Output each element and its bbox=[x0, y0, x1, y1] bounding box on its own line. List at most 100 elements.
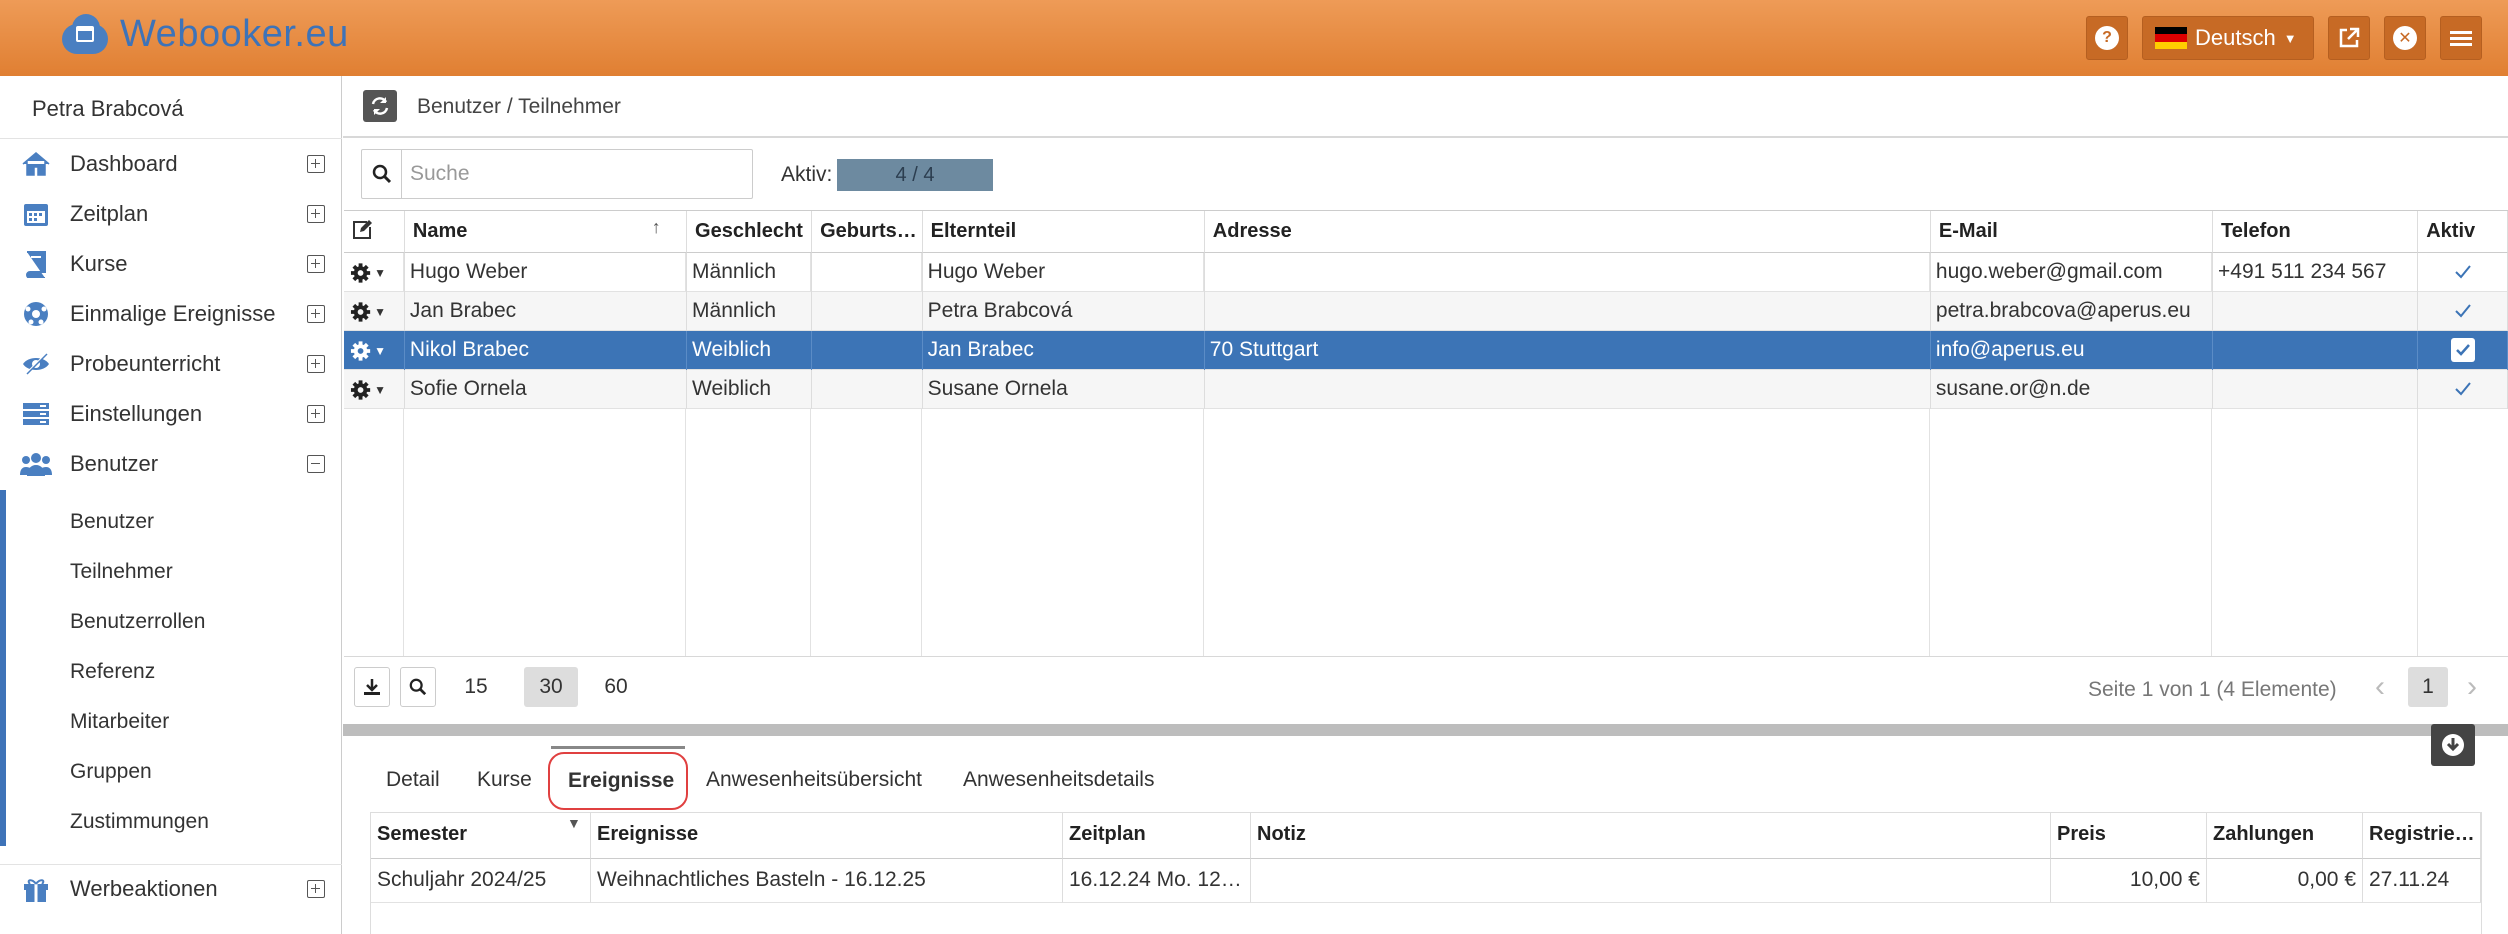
sidebar-item-benutzer[interactable]: Benutzer bbox=[0, 439, 342, 489]
expand-icon[interactable] bbox=[307, 355, 325, 373]
table-row[interactable]: ▼ Jan Brabec Männlich Petra Brabcová petra.b… bbox=[344, 292, 2508, 331]
collapse-icon[interactable] bbox=[307, 455, 325, 473]
submenu-item-benutzerrollen[interactable]: Benutzerrollen bbox=[70, 610, 205, 634]
submenu-item-benutzer[interactable]: Benutzer bbox=[70, 510, 154, 534]
help-button[interactable]: ? bbox=[2086, 16, 2128, 60]
cell-gender[interactable]: Männlich bbox=[687, 253, 813, 292]
page-size-60[interactable]: 60 bbox=[592, 667, 640, 707]
cell-email[interactable]: hugo.weber@gmail.com bbox=[1931, 253, 2214, 292]
collapse-detail-button[interactable] bbox=[2431, 724, 2475, 766]
cell-parent[interactable]: Hugo Weber bbox=[923, 253, 1205, 292]
sidebar-item-werbeaktionen[interactable]: Werbeaktionen bbox=[0, 864, 342, 914]
cell-birth[interactable] bbox=[812, 253, 923, 292]
expand-icon[interactable] bbox=[307, 305, 325, 323]
column-header-preis[interactable]: Preis bbox=[2051, 813, 2207, 859]
language-select[interactable]: Deutsch ▼ bbox=[2142, 16, 2314, 60]
menu-button[interactable] bbox=[2440, 16, 2482, 60]
cell-parent[interactable]: Petra Brabcová bbox=[923, 292, 1205, 331]
sidebar-item-einstellungen[interactable]: Einstellungen bbox=[0, 389, 342, 439]
cell-birth[interactable] bbox=[812, 331, 923, 370]
tab-kurse[interactable]: Kurse bbox=[477, 768, 532, 792]
column-header-geburtsdatum[interactable]: Geburts… bbox=[812, 211, 923, 253]
active-filter-value[interactable]: 4 / 4 bbox=[837, 159, 993, 191]
prev-page-button[interactable]: ‹ bbox=[2366, 667, 2394, 707]
cell-active[interactable] bbox=[2418, 370, 2508, 409]
sidebar-item-dashboard[interactable]: Dashboard bbox=[0, 139, 342, 189]
expand-icon[interactable] bbox=[307, 205, 325, 223]
cell-name[interactable]: Hugo Weber bbox=[405, 253, 688, 292]
submenu-item-teilnehmer[interactable]: Teilnehmer bbox=[70, 560, 173, 584]
cell-payments[interactable]: 0,00 € bbox=[2207, 859, 2363, 903]
cell-address[interactable]: 70 Stuttgart bbox=[1205, 331, 1931, 370]
cell-phone[interactable] bbox=[2213, 370, 2419, 409]
cell-name[interactable]: Nikol Brabec bbox=[405, 331, 688, 370]
row-actions-button[interactable]: ▼ bbox=[344, 292, 405, 331]
submenu-item-gruppen[interactable]: Gruppen bbox=[70, 760, 152, 784]
column-header-ereignisse[interactable]: Ereignisse bbox=[591, 813, 1063, 859]
export-button[interactable] bbox=[354, 667, 390, 707]
cell-gender[interactable]: Weiblich bbox=[687, 331, 813, 370]
cell-name[interactable]: Jan Brabec bbox=[405, 292, 688, 331]
submenu-item-mitarbeiter[interactable]: Mitarbeiter bbox=[70, 710, 169, 734]
cell-gender[interactable]: Männlich bbox=[687, 292, 813, 331]
cell-email[interactable]: info@aperus.eu bbox=[1931, 331, 2214, 370]
pager-search-button[interactable] bbox=[400, 667, 436, 707]
tab-anwesenheitsuebersicht[interactable]: Anwesenheitsübersicht bbox=[706, 768, 922, 792]
expand-icon[interactable] bbox=[307, 405, 325, 423]
tab-detail[interactable]: Detail bbox=[386, 768, 440, 792]
row-actions-button[interactable]: ▼ bbox=[344, 253, 405, 292]
column-header-aktiv[interactable]: Aktiv bbox=[2418, 211, 2508, 253]
sidebar-item-kurse[interactable]: Kurse bbox=[0, 239, 342, 289]
cell-active[interactable] bbox=[2418, 253, 2508, 292]
expand-icon[interactable] bbox=[307, 155, 325, 173]
cell-birth[interactable] bbox=[812, 292, 923, 331]
table-row[interactable]: ▼ Hugo Weber Männlich Hugo Weber hugo.weber@… bbox=[344, 253, 2508, 292]
external-link-button[interactable] bbox=[2328, 16, 2370, 60]
current-page[interactable]: 1 bbox=[2408, 667, 2448, 707]
tab-ereignisse[interactable]: Ereignisse bbox=[568, 769, 674, 793]
cell-registered[interactable]: 27.11.24 bbox=[2363, 859, 2481, 903]
row-actions-button[interactable]: ▼ bbox=[344, 370, 405, 409]
column-header-zeitplan[interactable]: Zeitplan bbox=[1063, 813, 1251, 859]
table-row[interactable]: ▼ Sofie Ornela Weiblich Susane Ornela susane… bbox=[344, 370, 2508, 409]
column-header-registriert[interactable]: Registrie… bbox=[2363, 813, 2481, 859]
next-page-button[interactable]: › bbox=[2458, 667, 2486, 707]
sidebar-item-probeunterricht[interactable]: Probeunterricht bbox=[0, 339, 342, 389]
cell-phone[interactable] bbox=[2213, 292, 2419, 331]
cell-address[interactable] bbox=[1205, 253, 1931, 292]
cell-phone[interactable]: +491 511 234 567 bbox=[2213, 253, 2419, 292]
sidebar-item-zeitplan[interactable]: Zeitplan bbox=[0, 189, 342, 239]
cell-active[interactable] bbox=[2418, 331, 2508, 370]
tab-anwesenheitsdetails[interactable]: Anwesenheitsdetails bbox=[963, 768, 1154, 792]
page-size-15[interactable]: 15 bbox=[456, 667, 496, 707]
cell-schedule[interactable]: 16.12.24 Mo. 12… bbox=[1063, 859, 1251, 903]
table-row[interactable]: ▼ Nikol Brabec Weiblich Jan Brabec 70 Stuttg… bbox=[344, 331, 2508, 370]
cell-semester[interactable]: Schuljahr 2024/25 bbox=[371, 859, 591, 903]
sidebar-item-einmalige-ereignisse[interactable]: Einmalige Ereignisse bbox=[0, 289, 342, 339]
cell-birth[interactable] bbox=[812, 370, 923, 409]
expand-icon[interactable] bbox=[307, 255, 325, 273]
expand-icon[interactable] bbox=[307, 880, 325, 898]
column-header-name[interactable]: Name ↑ bbox=[404, 211, 688, 253]
cell-note[interactable] bbox=[1251, 859, 2051, 903]
cell-parent[interactable]: Jan Brabec bbox=[923, 331, 1205, 370]
cell-email[interactable]: petra.brabcova@aperus.eu bbox=[1931, 292, 2214, 331]
search-button[interactable] bbox=[362, 150, 402, 198]
column-header-zahlungen[interactable]: Zahlungen bbox=[2207, 813, 2363, 859]
row-actions-button[interactable]: ▼ bbox=[344, 331, 405, 370]
panel-splitter[interactable] bbox=[343, 724, 2508, 736]
submenu-item-referenz[interactable]: Referenz bbox=[70, 660, 155, 684]
cell-email[interactable]: susane.or@n.de bbox=[1931, 370, 2214, 409]
column-header-semester[interactable]: Semester ▼ bbox=[371, 813, 591, 859]
refresh-button[interactable] bbox=[363, 90, 397, 122]
search-input[interactable] bbox=[410, 158, 740, 190]
cell-parent[interactable]: Susane Ornela bbox=[923, 370, 1205, 409]
cell-phone[interactable] bbox=[2213, 331, 2419, 370]
column-header-geschlecht[interactable]: Geschlecht bbox=[687, 211, 813, 253]
column-header-elternteil[interactable]: Elternteil bbox=[922, 211, 1205, 253]
logo[interactable]: Webooker.eu bbox=[58, 12, 349, 56]
close-button[interactable]: ✕ bbox=[2384, 16, 2426, 60]
cell-event[interactable]: Weihnachtliches Basteln - 16.12.25 bbox=[591, 859, 1063, 903]
cell-name[interactable]: Sofie Ornela bbox=[405, 370, 688, 409]
cell-gender[interactable]: Weiblich bbox=[687, 370, 813, 409]
